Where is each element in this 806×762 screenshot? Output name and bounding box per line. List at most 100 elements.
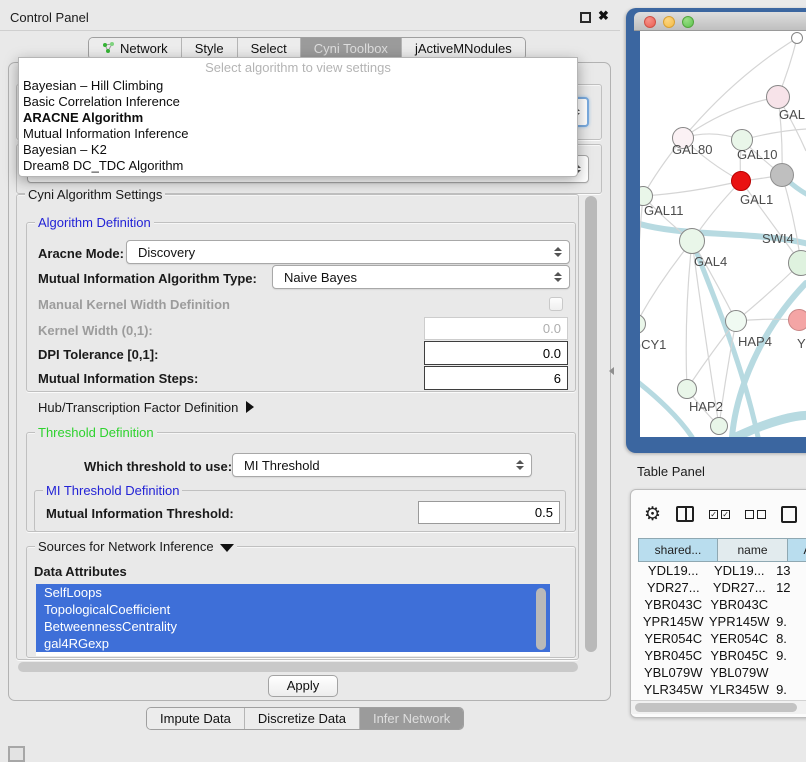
- hub-definition-toggle[interactable]: Hub/Transcription Factor Definition: [38, 400, 254, 415]
- column-header-a[interactable]: A: [788, 538, 806, 562]
- table-cell: YBR043C: [708, 596, 770, 613]
- network-icon: [102, 41, 115, 57]
- column-header-name[interactable]: name: [718, 538, 788, 562]
- settings-vertical-scrollbar[interactable]: [585, 196, 597, 652]
- which-threshold-label: Which threshold to use:: [84, 459, 232, 474]
- tab-discretize-data[interactable]: Discretize Data: [245, 708, 360, 729]
- sources-group-title: Sources for Network Inference: [35, 539, 237, 554]
- network-window-titlebar[interactable]: [634, 12, 806, 31]
- apply-button[interactable]: Apply: [268, 675, 338, 697]
- gear-icon[interactable]: ⚙: [644, 505, 661, 524]
- table-row[interactable]: YBL079WYBL079W: [638, 664, 806, 681]
- table-panel-toolbar: ⚙ ✓✓: [630, 496, 806, 532]
- tab-infer-network[interactable]: Infer Network: [360, 708, 463, 729]
- table-cell: YBR045C: [638, 647, 708, 664]
- columns-icon[interactable]: [676, 506, 694, 522]
- network-node[interactable]: [770, 163, 794, 187]
- mi-threshold-field[interactable]: 0.5: [418, 501, 560, 524]
- table-row[interactable]: YLR345WYLR345W9.: [638, 681, 806, 698]
- mi-threshold-group-title: MI Threshold Definition: [43, 483, 182, 498]
- kernel-width-field[interactable]: 0.0: [424, 317, 568, 340]
- tab-label: jActiveMNodules: [415, 41, 512, 56]
- network-canvas[interactable]: GALGAL80GAL10GAL1GAL11GAL4SWI4GCY1HAP4YH…: [640, 31, 806, 437]
- aracne-mode-label: Aracne Mode:: [38, 246, 124, 261]
- window-close-icon[interactable]: [644, 16, 656, 28]
- network-node-y[interactable]: [788, 309, 806, 331]
- algorithm-dropdown-popup: Select algorithm to view settings Bayesi…: [18, 57, 578, 177]
- manual-kernel-width-checkbox[interactable]: [549, 297, 563, 311]
- window-minimize-icon[interactable]: [663, 16, 675, 28]
- collapse-arrow-icon[interactable]: [220, 544, 234, 552]
- dropdown-item-mutual-information-inference[interactable]: Mutual Information Inference: [19, 126, 577, 142]
- settings-horizontal-scrollbar[interactable]: [18, 662, 578, 672]
- tab-network[interactable]: Network: [89, 38, 182, 59]
- network-node-hap4[interactable]: [725, 310, 747, 332]
- mi-steps-field[interactable]: 6: [424, 366, 568, 390]
- close-panel-icon[interactable]: ✖: [598, 8, 609, 24]
- table-row[interactable]: YPR145WYPR145W9.: [638, 613, 806, 630]
- attribute-item-betweennesscentrality[interactable]: BetweennessCentrality: [36, 618, 550, 635]
- table-cell: 13: [770, 562, 806, 579]
- tab-style[interactable]: Style: [182, 38, 238, 59]
- mi-threshold-label: Mutual Information Threshold:: [46, 506, 234, 521]
- network-node-gal1[interactable]: [731, 171, 751, 191]
- mi-algorithm-type-combobox[interactable]: Naive Bayes: [272, 265, 570, 289]
- aracne-mode-combobox[interactable]: Discovery: [126, 240, 570, 264]
- attribute-item-selfloops[interactable]: SelfLoops: [36, 584, 550, 601]
- node-label-gal1: GAL1: [740, 192, 773, 207]
- which-threshold-combobox[interactable]: MI Threshold: [232, 453, 532, 477]
- data-attributes-list[interactable]: SelfLoopsTopologicalCoefficientBetweenne…: [36, 584, 550, 656]
- tab-label: Infer Network: [373, 711, 450, 726]
- float-panel-icon[interactable]: [580, 12, 591, 23]
- collapsed-panel-icon[interactable]: [8, 746, 25, 762]
- network-node-hap2[interactable]: [677, 379, 697, 399]
- manual-kernel-width-label: Manual Kernel Width Definition: [38, 297, 230, 312]
- table-horizontal-scrollbar[interactable]: [631, 700, 806, 714]
- attribute-item-topologicalcoefficient[interactable]: TopologicalCoefficient: [36, 601, 550, 618]
- table-row[interactable]: YDR27...YDR27...12: [638, 579, 806, 596]
- table-cell: YLR345W: [708, 681, 770, 698]
- dropdown-item-basic-correlation-inference[interactable]: Basic Correlation Inference: [19, 94, 577, 110]
- bottom-tabs: Impute Data Discretize Data Infer Network: [146, 707, 464, 730]
- column-header-shared[interactable]: shared...: [638, 538, 718, 562]
- attribute-item-gal4rgexp[interactable]: gal4RGexp: [36, 635, 550, 652]
- deselect-all-columns-icon[interactable]: [745, 510, 766, 519]
- dropdown-item-bayesian-k2[interactable]: Bayesian – K2: [19, 142, 577, 158]
- network-node-gal4[interactable]: [679, 228, 705, 254]
- tab-cyni-toolbox[interactable]: Cyni Toolbox: [301, 38, 402, 59]
- dropdown-item-bayesian-hill-climbing[interactable]: Bayesian – Hill Climbing: [19, 78, 577, 94]
- dpi-tolerance-field[interactable]: 0.0: [424, 341, 568, 365]
- table-cell: 8.: [770, 630, 806, 647]
- table-row[interactable]: YBR043CYBR043C: [638, 596, 806, 613]
- combo-arrows-icon: [554, 272, 562, 282]
- select-all-columns-icon[interactable]: ✓✓: [709, 510, 730, 519]
- window-zoom-icon[interactable]: [682, 16, 694, 28]
- tab-select[interactable]: Select: [238, 38, 301, 59]
- network-node[interactable]: [710, 417, 728, 435]
- table-cell: YBR043C: [638, 596, 708, 613]
- mi-steps-label: Mutual Information Steps:: [38, 371, 198, 386]
- tab-label: Style: [195, 41, 224, 56]
- table-row[interactable]: YDL19...YDL19...13: [638, 562, 806, 579]
- table-cell: YDR27...: [708, 579, 770, 596]
- tab-jactivemnodules[interactable]: jActiveMNodules: [402, 38, 525, 59]
- node-label-gal80: GAL80: [672, 142, 712, 157]
- kernel-width-label: Kernel Width (0,1):: [38, 323, 153, 338]
- table-cell: YDL19...: [708, 562, 770, 579]
- attributes-scrollbar[interactable]: [536, 588, 546, 650]
- dropdown-item-dream8-dc-tdc-algorithm[interactable]: Dream8 DC_TDC Algorithm: [19, 158, 577, 174]
- tab-impute-data[interactable]: Impute Data: [147, 708, 245, 729]
- network-node[interactable]: [791, 32, 803, 44]
- scrollbar-thumb[interactable]: [635, 703, 797, 712]
- dropdown-item-aracne-algorithm[interactable]: ARACNE Algorithm: [19, 110, 577, 126]
- node-label-gcy1: GCY1: [640, 337, 666, 352]
- node-label-y: Y: [797, 336, 806, 351]
- table-row[interactable]: YBR045CYBR045C9.: [638, 647, 806, 664]
- new-table-icon[interactable]: [781, 506, 797, 523]
- tab-label: Impute Data: [160, 711, 231, 726]
- table-row[interactable]: YER054CYER054C8.: [638, 630, 806, 647]
- network-node-gal[interactable]: [766, 85, 790, 109]
- node-label-swi4: SWI4: [762, 231, 794, 246]
- table-cell: YER054C: [638, 630, 708, 647]
- splitter-handle-icon[interactable]: [609, 367, 614, 375]
